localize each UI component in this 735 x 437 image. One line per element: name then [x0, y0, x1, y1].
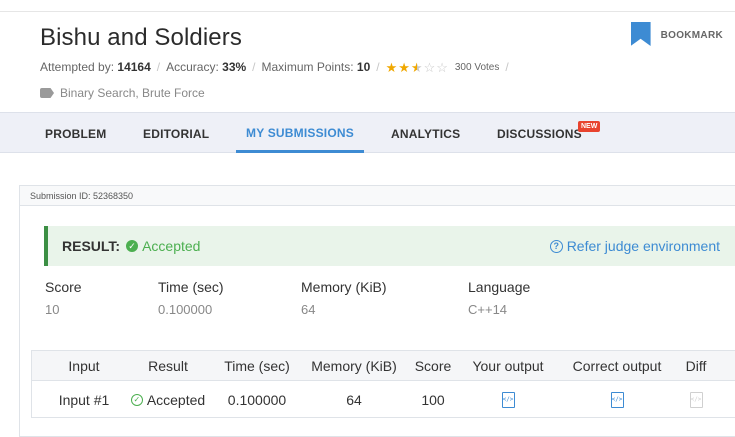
correct-output-button[interactable]: </> — [564, 381, 670, 418]
header-memory: Memory (KiB) — [311, 357, 397, 374]
stat-label: Language — [468, 279, 531, 295]
tags-text[interactable]: Binary Search, Brute Force — [60, 86, 205, 100]
row-memory: 64 — [346, 391, 362, 408]
code-file-icon: </> — [610, 391, 624, 408]
result-label: RESULT: — [62, 238, 121, 254]
tab-editorial[interactable]: EDITORIAL — [143, 113, 209, 153]
star-icon[interactable]: ★ — [398, 61, 410, 74]
code-file-icon: </> — [501, 391, 515, 408]
tab-analytics[interactable]: ANALYTICS — [391, 113, 460, 153]
problem-meta: Attempted by: 14164 / Accuracy: 33% / Ma… — [40, 60, 515, 74]
check-circle-outline-icon: ✓ — [130, 393, 143, 406]
header-input: Input — [68, 357, 100, 374]
star-icon[interactable]: ☆ — [424, 61, 436, 74]
top-border — [0, 0, 735, 12]
result-status: RESULT: ✓ Accepted — [62, 238, 200, 254]
row-result-value: Accepted — [146, 391, 206, 408]
problem-tabs: PROBLEM EDITORIAL MY SUBMISSIONS ANALYTI… — [0, 112, 735, 153]
tag-icon — [40, 88, 54, 98]
votes-count: 300 Votes — [454, 61, 500, 73]
max-points-value: 10 — [356, 60, 371, 74]
header-your-output: Your output — [472, 357, 544, 374]
accuracy-value: 33% — [222, 60, 247, 74]
separator: / — [156, 60, 161, 74]
star-icon[interactable]: ★ — [411, 61, 423, 74]
row-score: 100 — [421, 391, 445, 408]
your-output-button[interactable]: </> — [464, 381, 552, 418]
row-result: ✓ Accepted — [122, 381, 214, 418]
result-value: Accepted — [142, 238, 201, 254]
new-badge: NEW — [578, 121, 601, 132]
separator: / — [505, 60, 509, 74]
header-result: Result — [148, 357, 188, 374]
stat-value: 64 — [301, 302, 316, 317]
diff-file-icon: </> — [689, 391, 703, 408]
result-bar: RESULT: ✓ Accepted ? Refer judge environ… — [44, 226, 735, 266]
stat-label: Memory (KiB) — [301, 279, 387, 295]
table-header: Input Result Time (sec) Memory (KiB) Sco… — [32, 351, 735, 381]
header-correct-output: Correct output — [572, 357, 662, 374]
stat-memory: Memory (KiB) 64 — [301, 279, 387, 317]
attempted-label: Attempted by: — [40, 60, 115, 74]
accuracy-label: Accuracy: — [166, 60, 219, 74]
tab-discussions[interactable]: DISCUSSIONS — [497, 113, 582, 153]
rating-stars[interactable]: ★ ★ ★ ☆ ☆ — [386, 61, 449, 74]
header-diff: Diff — [685, 357, 707, 374]
stat-time: Time (sec) 0.100000 — [158, 279, 224, 317]
header-score: Score — [414, 357, 452, 374]
star-icon[interactable]: ☆ — [436, 61, 448, 74]
submission-id: Submission ID: 52368350 — [20, 186, 735, 206]
max-points-label: Maximum Points: — [261, 60, 354, 74]
stat-label: Score — [45, 279, 82, 295]
refer-judge-label: Refer judge environment — [566, 238, 720, 254]
test-results-table: Input Result Time (sec) Memory (KiB) Sco… — [31, 350, 735, 418]
separator: / — [252, 60, 256, 74]
submission-card: Submission ID: 52368350 RESULT: ✓ Accept… — [19, 185, 735, 437]
bookmark-icon — [630, 22, 651, 46]
check-circle-icon: ✓ — [126, 240, 139, 252]
problem-title: Bishu and Soldiers — [40, 24, 242, 51]
tab-problem[interactable]: PROBLEM — [45, 113, 106, 153]
diff-button: </> — [676, 381, 716, 418]
question-circle-icon: ? — [549, 239, 563, 253]
input-link[interactable]: Input #1 — [32, 381, 136, 418]
stat-language: Language C++14 — [468, 279, 530, 317]
header-time: Time (sec) — [224, 357, 290, 374]
separator: / — [376, 60, 380, 74]
refer-judge-link[interactable]: ? Refer judge environment — [549, 238, 720, 254]
tab-my-submissions[interactable]: MY SUBMISSIONS — [236, 113, 364, 153]
attempted-value: 14164 — [117, 60, 151, 74]
row-time: 0.100000 — [227, 391, 287, 408]
stat-value: 0.100000 — [158, 302, 213, 317]
bookmark-button[interactable]: BOOKMARK — [630, 22, 723, 46]
stat-label: Time (sec) — [158, 279, 224, 295]
bookmark-label: BOOKMARK — [660, 30, 723, 41]
problem-header: Bishu and Soldiers Attempted by: 14164 /… — [0, 12, 735, 112]
stat-score: Score 10 — [45, 279, 82, 317]
stat-value: C++14 — [468, 302, 508, 317]
star-icon[interactable]: ★ — [386, 61, 398, 74]
stat-value: 10 — [45, 302, 60, 317]
table-row: Input #1 ✓ Accepted 0.100000 64 100 </> … — [32, 381, 735, 418]
problem-tags: Binary Search, Brute Force — [40, 86, 205, 100]
